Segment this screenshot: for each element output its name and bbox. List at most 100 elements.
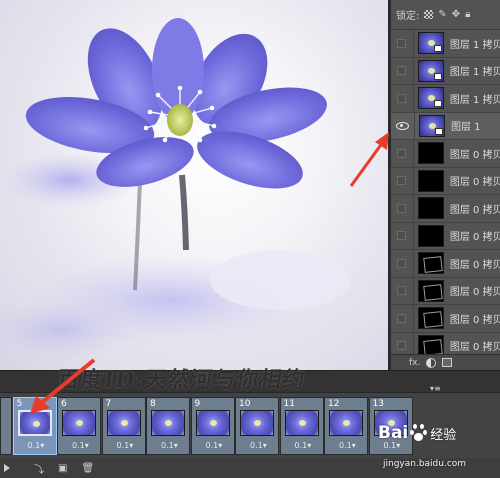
frame-number: 11 [283,399,295,409]
layers-panel: 锁定: ✎ ✥ 🔒︎ 图层 1 拷贝 图层 1 拷贝 图层 1 拷贝 图层 1 图层 0… [390,0,500,370]
layer-row[interactable]: 图层 1 拷贝 [391,30,500,58]
layer-row[interactable]: 图层 0 拷贝 [391,167,500,195]
layer-row[interactable]: 图层 0 拷贝 [391,305,500,333]
visibility-toggle[interactable] [391,277,414,304]
smart-object-badge-icon [433,45,442,53]
trash-icon[interactable]: 🗑︎ [81,463,94,474]
animation-frame[interactable]: 11 0.1▾ [279,397,324,455]
animation-frame[interactable]: 9 0.1▾ [190,397,235,455]
layer-thumbnail [417,307,444,330]
layer-name: 图层 1 拷贝 [449,39,500,51]
frame-delay-dropdown[interactable]: 0.1▾ [250,441,267,450]
layer-list: 图层 1 拷贝 图层 1 拷贝 图层 1 拷贝 图层 1 图层 0 拷贝 图层 0 拷贝图… [391,30,500,360]
visibility-toggle[interactable] [391,250,414,277]
layer-row[interactable]: 图层 0 拷贝 [391,222,500,250]
layer-name: 图层 0 拷贝 [449,314,500,326]
layer-row[interactable]: 图层 0 拷贝 [391,195,500,223]
hidden-eye-box [397,148,407,158]
flower-photo [0,18,350,360]
frame-delay-dropdown[interactable]: 0.1▾ [117,441,134,450]
layer-name: 图层 1 [451,122,481,134]
frame-number: 12 [328,399,340,409]
layer-name: 图层 0 拷贝 [449,232,500,244]
frame-delay-dropdown[interactable]: 0.1▾ [72,441,89,450]
animation-frame[interactable]: 8 0.1▾ [146,397,190,455]
baidu-url: jingyan.baidu.com [383,459,467,469]
layer-thumbnail [419,114,445,137]
animation-frame[interactable] [0,397,12,455]
smart-object-badge-icon [435,127,443,135]
frame-delay-dropdown[interactable]: 0.1▾ [161,441,178,450]
document-canvas[interactable] [0,0,388,370]
layer-thumbnail [417,224,444,247]
layer-row[interactable]: 图层 0 拷贝 [391,250,500,278]
layer-name: 图层 0 拷贝 [449,177,500,189]
frame-delay-dropdown[interactable]: 0.1▾ [28,441,45,450]
paw-icon [410,424,428,442]
frame-number: 9 [194,399,201,409]
frame-delay-dropdown[interactable]: 0.1▾ [206,441,223,450]
animation-frame[interactable]: 12 0.1▾ [324,397,368,455]
move-lock-icon[interactable]: ✥ [452,9,460,20]
frame-thumbnail [106,410,141,436]
layer-thumbnail [417,59,444,82]
layer-row[interactable]: 图层 0 拷贝 [391,277,500,305]
frame-thumbnail [240,410,274,436]
layer-thumbnail [417,197,444,220]
red-arrow-to-layer [349,132,389,187]
adjustment-layer-icon[interactable] [426,357,437,368]
play-icon[interactable] [4,464,10,472]
smart-object-badge-icon [433,100,442,108]
hidden-eye-box [397,231,407,241]
frame-number: 13 [372,399,384,409]
lock-bar: 锁定: ✎ ✥ 🔒︎ [391,0,500,30]
hidden-eye-box [397,258,407,268]
jingyan-text: 经验 [430,427,457,443]
animation-frame[interactable]: 7 0.1▾ [101,397,146,455]
layer-name: 图层 1 拷贝 [449,67,500,79]
smart-object-badge-icon [433,72,442,80]
layer-name: 图层 0 拷贝 [449,204,500,216]
panel-menu-icon[interactable]: ▾≡ [430,384,442,393]
eye-icon [396,121,409,130]
layer-row[interactable]: 图层 1 [391,112,500,140]
hidden-eye-box [397,93,407,103]
hidden-eye-box [397,313,407,323]
duplicate-frame-icon[interactable]: ▣ [58,463,67,474]
frame-thumbnail [329,410,363,436]
baidu-bai-text: Bai [378,423,409,443]
layer-name: 图层 1 拷贝 [449,94,500,106]
layer-row[interactable]: 图层 1 拷贝 [391,57,500,85]
hidden-eye-box [397,203,407,213]
lock-label: 锁定: [396,11,420,22]
tween-icon[interactable]: ⤵ [34,461,44,476]
visibility-toggle[interactable] [391,222,414,249]
new-layer-icon[interactable] [442,358,453,367]
frame-delay-dropdown[interactable]: 0.1▾ [339,441,356,450]
padlock-icon[interactable]: 🔒︎ [465,9,470,20]
animation-frame[interactable]: 10 0.1▾ [235,397,279,455]
visibility-toggle[interactable] [391,85,414,112]
checker-lock-icon[interactable] [424,10,434,19]
hidden-eye-box [397,38,407,48]
layer-thumbnail [417,252,444,275]
layer-row[interactable]: 图层 0 拷贝 [391,140,500,168]
brush-lock-icon[interactable]: ✎ [438,9,446,20]
frame-number: 8 [150,399,156,409]
red-arrow-to-frame [30,358,96,414]
fx-button[interactable]: fx. [409,358,420,368]
visibility-toggle[interactable] [391,195,414,222]
layer-thumbnail [417,142,444,165]
layer-thumbnail [417,279,444,302]
visibility-toggle[interactable] [391,30,414,57]
hidden-eye-box [397,176,407,186]
frame-delay-dropdown[interactable]: 0.1▾ [295,441,312,450]
layer-row[interactable]: 图层 1 拷贝 [391,85,500,113]
layer-thumbnail [417,169,444,192]
frame-number: 7 [105,399,112,409]
visibility-toggle[interactable] [391,305,414,332]
layer-panel-footer: fx. [391,354,500,370]
visibility-toggle[interactable] [391,57,414,84]
layer-thumbnail [417,87,444,110]
layer-name: 图层 0 拷贝 [449,259,500,271]
